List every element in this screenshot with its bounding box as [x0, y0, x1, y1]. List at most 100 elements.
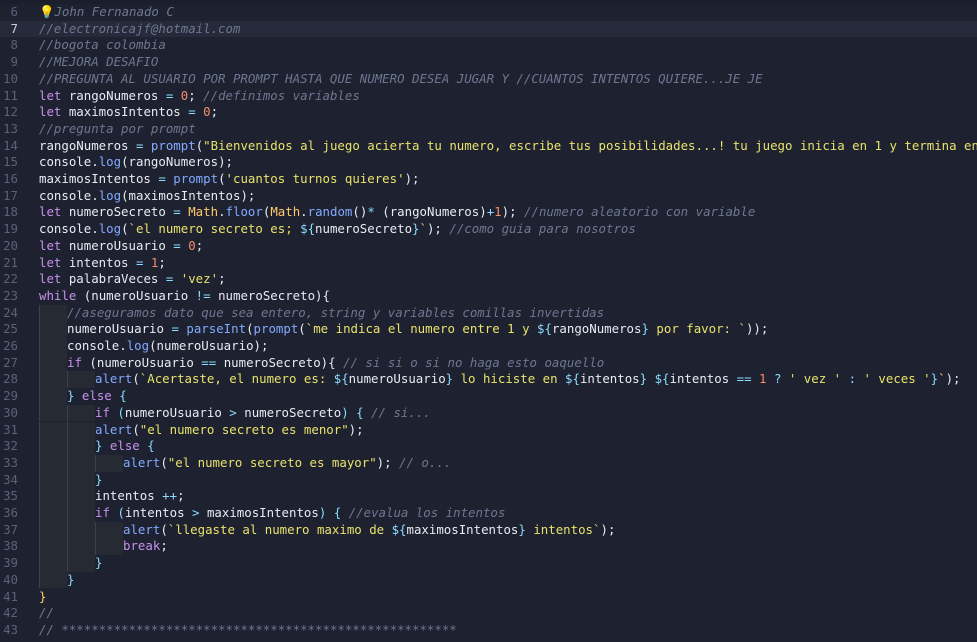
code-line[interactable]: 31 alert("el numero secreto es menor");	[0, 421, 977, 439]
indent-guide	[95, 521, 123, 539]
line-number: 25	[3, 321, 18, 337]
code-token: (	[246, 321, 254, 337]
line-number: 42	[3, 605, 18, 621]
code-token: );	[348, 421, 364, 437]
code-token: (	[117, 505, 125, 520]
code-token: ${	[300, 221, 316, 237]
code-token: numeroUsuario	[91, 287, 189, 303]
code-token: maximosIntentos	[39, 171, 151, 186]
code-line[interactable]: 22 let palabraVeces = 'vez';	[0, 271, 977, 288]
code-line[interactable]: 17 console.log(maximosIntentos);	[0, 188, 977, 205]
code-line[interactable]: 8 //bogota colombia	[0, 37, 977, 54]
code-line[interactable]: 15 console.log(rangoNumeros);	[0, 154, 977, 171]
code-token: numeroSecreto	[68, 204, 166, 220]
code-token: maximosIntentos	[68, 104, 181, 120]
code-token: log	[98, 154, 122, 170]
code-line[interactable]: 29} else {	[0, 388, 977, 405]
code-token: >	[221, 404, 245, 420]
line-number: 18	[3, 204, 18, 220]
code-line[interactable]: 30 if (numeroUsuario > numeroSecreto) { /…	[0, 404, 977, 422]
code-token: //electronicajf@hotmail.com	[39, 20, 241, 36]
line-code: //bogota colombia	[39, 37, 166, 54]
code-token: intentos	[95, 488, 155, 504]
code-line[interactable]: 35 intentos ++;	[0, 488, 977, 505]
code-token: {	[147, 438, 155, 454]
code-line[interactable]: 40}	[0, 571, 977, 589]
code-line[interactable]: 39}	[0, 555, 977, 572]
code-line[interactable]: 18 let numeroSecreto = Math.floor(Math.ra…	[0, 204, 977, 221]
line-number: 30	[3, 404, 18, 420]
code-line[interactable]: 10 //PREGUNTA AL USUARIO POR PROMPT HASTA…	[0, 71, 977, 88]
code-line[interactable]: 23 while (numeroUsuario != numeroSecreto)…	[0, 288, 977, 305]
code-token: (	[117, 404, 125, 420]
line-code: }	[39, 555, 102, 572]
code-token: while	[39, 287, 84, 303]
code-line[interactable]: 19 console.log(`el numero secreto es; ${n…	[0, 221, 977, 238]
indent-guide	[39, 505, 67, 522]
code-line[interactable]: 33 alert("el numero secreto es mayor"); /…	[0, 454, 977, 472]
code-token: prompt	[173, 171, 219, 186]
code-token: ;	[218, 271, 226, 287]
code-token: `	[419, 221, 427, 237]
code-line[interactable]: 42 //	[0, 605, 977, 622]
line-code: }	[39, 589, 46, 606]
line-number: 35	[3, 488, 18, 504]
line-number: 39	[3, 555, 18, 571]
code-token: `el numero secreto es;	[128, 221, 301, 237]
line-code: alert(`Acertaste, el numero es: ${numero…	[39, 371, 961, 389]
code-line[interactable]: 20 let numeroUsuario = 0;	[0, 238, 977, 255]
code-line[interactable]: 6 💡John Fernanado C	[0, 4, 977, 21]
indent-guide	[39, 354, 67, 372]
code-token: intentos`	[525, 521, 601, 537]
code-line[interactable]: 41}	[0, 589, 977, 606]
indent-guide	[39, 521, 67, 539]
code-line[interactable]: 36 if (intentos > maximosIntentos) { //ev…	[0, 505, 977, 522]
indent-guide	[39, 488, 67, 505]
line-code: alert("el numero secreto es menor");	[39, 421, 364, 439]
line-number: 41	[3, 588, 18, 604]
code-token: "el numero secreto es menor"	[139, 421, 349, 437]
code-line[interactable]: 37 alert(`llegaste al numero maximo de ${…	[0, 521, 977, 539]
code-token: break	[123, 538, 161, 554]
code-line[interactable]: 9 //MEJORA DESAFIO	[0, 54, 977, 71]
line-code: rangoNumeros = prompt("Bienvenidos al ju…	[39, 138, 977, 155]
line-code: numeroUsuario = parseInt(prompt(`me indi…	[39, 321, 768, 338]
code-editor[interactable]: 6 💡John Fernanado C 7 //electronicajf@hotma…	[0, 0, 977, 642]
code-line[interactable]: 12 let maximosIntentos = 0;	[0, 104, 977, 121]
code-line[interactable]: 25 numeroUsuario = parseInt(prompt(`me in…	[0, 321, 977, 338]
code-line[interactable]: 32} else {	[0, 438, 977, 455]
line-number: 19	[3, 221, 18, 237]
code-line[interactable]: 34}	[0, 471, 977, 489]
code-token: intentos	[669, 371, 730, 387]
code-token: ) {	[341, 404, 372, 420]
code-token: log	[98, 221, 122, 237]
code-token: let	[39, 87, 69, 103]
code-token: alert	[123, 521, 161, 537]
code-line[interactable]: 21 let intentos = 1;	[0, 255, 977, 272]
code-line[interactable]: 16 maximosIntentos = prompt('cuantos turn…	[0, 171, 977, 188]
code-token: }	[39, 588, 47, 604]
indent-guide	[67, 438, 95, 455]
indent-guide	[67, 454, 95, 472]
code-line[interactable]: 24 //aseguramos dato que sea entero, stri…	[0, 304, 977, 322]
code-line[interactable]: 27 if (numeroUsuario == numeroSecreto){ /…	[0, 354, 977, 372]
code-line[interactable]: 43 // ***********************************…	[0, 622, 977, 639]
code-token: //MEJORA DESAFIO	[39, 54, 159, 70]
code-line[interactable]: 13 //pregunta por prompt	[0, 121, 977, 138]
code-token: // si...	[371, 404, 431, 420]
line-number: 27	[3, 354, 18, 370]
code-line[interactable]: 11 let rangoNumeros = 0; //definimos vari…	[0, 88, 977, 105]
line-number: 14	[3, 137, 18, 153]
code-line[interactable]: 14 rangoNumeros = prompt("Bienvenidos al …	[0, 138, 977, 155]
code-line[interactable]: 38 break;	[0, 538, 977, 556]
code-token: log	[126, 338, 150, 353]
indent-guide	[39, 388, 67, 405]
line-number: 28	[3, 371, 18, 387]
indent-guide	[39, 421, 67, 439]
code-line[interactable]: 7 //electronicajf@hotmail.com	[0, 20, 977, 38]
line-code: let maximosIntentos = 0;	[39, 104, 218, 121]
code-token: }	[518, 521, 526, 537]
code-line[interactable]: 26 console.log(numeroUsuario);	[0, 338, 977, 355]
code-line[interactable]: 28 alert(`Acertaste, el numero es: ${nume…	[0, 371, 977, 389]
code-token: ;	[210, 104, 219, 120]
